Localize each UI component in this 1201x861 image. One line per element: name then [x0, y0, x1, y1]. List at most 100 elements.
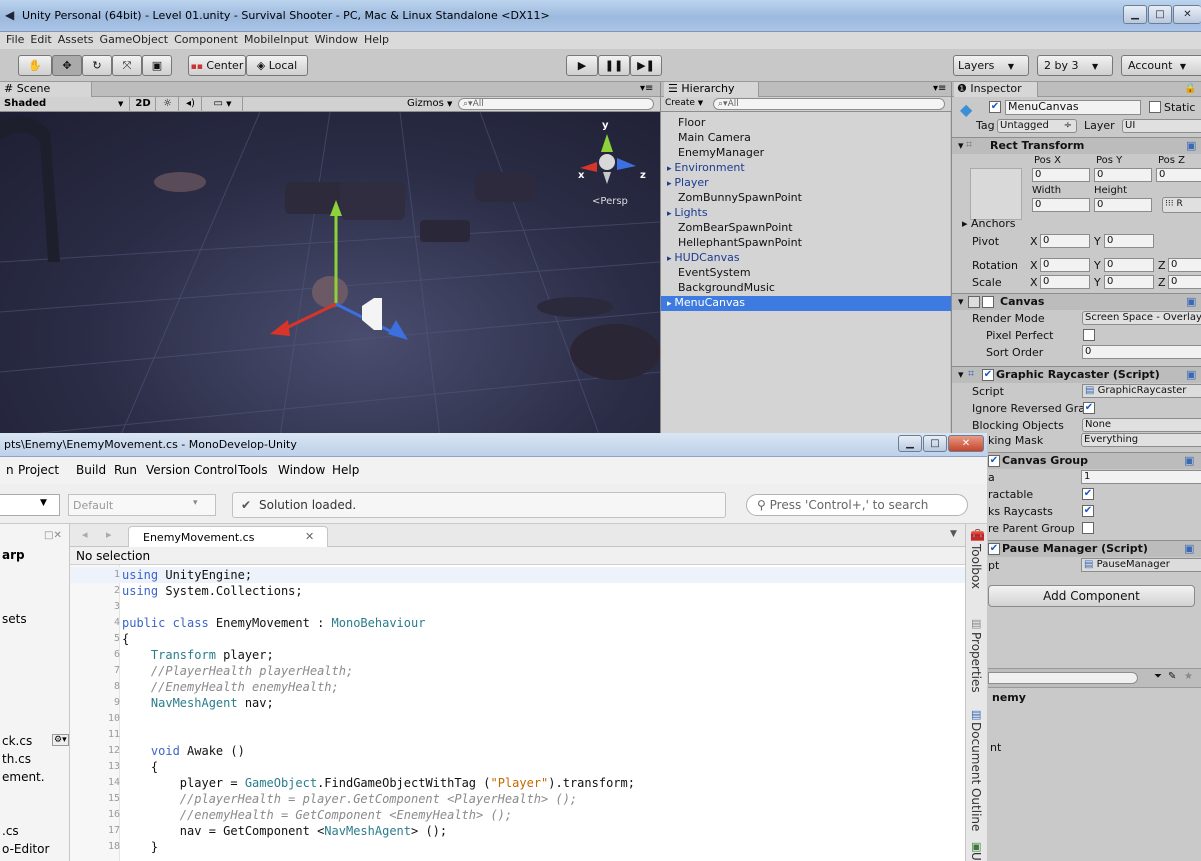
play-button[interactable]: ▶: [566, 55, 598, 76]
label-icon[interactable]: ✎: [1168, 671, 1176, 682]
solution-item[interactable]: ement.: [2, 770, 45, 784]
pause-manager-enabled-checkbox[interactable]: ✔: [988, 543, 1000, 555]
layer-dropdown[interactable]: UI: [1122, 119, 1201, 133]
account-dropdown[interactable]: Account ▼: [1121, 55, 1201, 76]
rotation-y-field[interactable]: 0: [1104, 258, 1154, 272]
ignore-parent-checkbox[interactable]: [1082, 522, 1094, 534]
blocking-objects-dropdown[interactable]: None: [1082, 418, 1201, 432]
solution-item[interactable]: sets: [2, 612, 27, 626]
scene-viewport[interactable]: y x z <Persp: [0, 112, 660, 437]
scene-search-input[interactable]: ⌕▾All: [458, 98, 654, 110]
solution-item[interactable]: o-Editor: [2, 842, 49, 856]
solution-item[interactable]: ck.cs: [2, 734, 32, 748]
step-button[interactable]: ▶❚: [630, 55, 662, 76]
code-line[interactable]: 13 {: [70, 759, 965, 775]
alpha-field[interactable]: 1: [1081, 470, 1201, 484]
code-line[interactable]: 3: [70, 599, 965, 615]
menu-window[interactable]: Window: [278, 463, 325, 477]
scene-tab[interactable]: # Scene: [0, 82, 92, 97]
lock-icon[interactable]: 🔒: [1184, 83, 1196, 94]
gear-icon[interactable]: ⚙▾: [52, 734, 69, 746]
tag-dropdown[interactable]: Untagged ÷: [997, 119, 1077, 133]
menu-build[interactable]: Build: [76, 463, 106, 477]
star-icon[interactable]: ★: [1184, 671, 1193, 682]
layers-dropdown[interactable]: Layers ▼: [953, 55, 1029, 76]
pause-button[interactable]: ❚❚: [598, 55, 630, 76]
anchor-presets-button[interactable]: [970, 168, 1022, 220]
dock-properties[interactable]: Properties: [969, 632, 983, 693]
menu-help[interactable]: Help: [332, 463, 359, 477]
hierarchy-item[interactable]: EventSystem: [661, 266, 951, 281]
tab-enemymovement[interactable]: EnemyMovement.cs ✕: [128, 526, 328, 547]
help-book-icon[interactable]: ▣: [1186, 139, 1196, 152]
scale-z-field[interactable]: 0: [1168, 275, 1201, 289]
panel-menu-icon[interactable]: ▾≡: [933, 83, 946, 94]
help-book-icon[interactable]: ▣: [1184, 454, 1194, 467]
lighting-toggle[interactable]: ☼: [157, 97, 179, 112]
hierarchy-tab[interactable]: ☰ Hierarchy: [664, 82, 759, 97]
pivot-center-button[interactable]: ▪▪ Center: [188, 55, 246, 76]
code-line[interactable]: 4 public class EnemyMovement : MonoBehavi…: [70, 615, 965, 631]
canvas-enabled-checkbox[interactable]: [982, 296, 994, 308]
pixel-perfect-checkbox[interactable]: [1083, 329, 1095, 341]
hierarchy-item[interactable]: ZomBunnySpawnPoint: [661, 191, 951, 206]
layout-dropdown[interactable]: 2 by 3 ▼: [1037, 55, 1113, 76]
code-line[interactable]: 6 Transform player;: [70, 647, 965, 663]
create-dropdown[interactable]: Create ▼: [665, 98, 703, 108]
graphic-raycaster-header[interactable]: ▾ ⌗ ✔ Graphic Raycaster (Script) ▣: [952, 366, 1201, 383]
code-line[interactable]: 10: [70, 711, 965, 727]
pivot-x-field[interactable]: 0: [1040, 234, 1090, 248]
rotate-tool-button[interactable]: ↻: [82, 55, 112, 76]
mono-maximize-button[interactable]: □: [923, 435, 947, 452]
hierarchy-item[interactable]: ▸ MenuCanvas: [661, 296, 951, 311]
code-line[interactable]: 18 }: [70, 839, 965, 855]
anchors-foldout[interactable]: ▸ Anchors: [962, 217, 1016, 230]
raycaster-enabled-checkbox[interactable]: ✔: [982, 369, 994, 381]
menu-window[interactable]: Window: [309, 32, 358, 46]
move-tool-button[interactable]: ✥: [52, 55, 82, 76]
pause-manager-header[interactable]: ✔ Pause Manager (Script) ▣: [988, 540, 1201, 557]
menu-run[interactable]: Run: [114, 463, 137, 477]
2d-toggle[interactable]: 2D: [131, 97, 156, 112]
config-dropdown[interactable]: Default ▾: [68, 494, 216, 516]
hierarchy-item[interactable]: ▸ Environment: [661, 161, 951, 176]
menu-edit[interactable]: Edit: [24, 32, 51, 46]
code-line[interactable]: 7 //PlayerHealth playerHealth;: [70, 663, 965, 679]
maximize-button[interactable]: □: [1148, 5, 1172, 24]
filter-icon[interactable]: ⏷: [1154, 671, 1162, 682]
effects-dropdown[interactable]: ▭ ▼: [203, 97, 243, 112]
help-book-icon[interactable]: ▣: [1186, 295, 1196, 308]
code-editor[interactable]: 1 using UnityEngine; 2 using System.Collect…: [70, 565, 965, 861]
orientation-gizmo[interactable]: [580, 134, 636, 184]
code-line[interactable]: 8 //EnemyHealth enemyHealth;: [70, 679, 965, 695]
blueprint-mode-button[interactable]: ⁝⁝⁝ R: [1162, 197, 1201, 213]
scale-x-field[interactable]: 0: [1040, 275, 1090, 289]
persp-label[interactable]: <Persp: [592, 196, 628, 207]
rect-tool-button[interactable]: ▣: [142, 55, 172, 76]
blocking-mask-dropdown[interactable]: Everything: [1081, 433, 1201, 447]
global-search-input[interactable]: ⚲ Press 'Control+,' to search: [746, 494, 968, 516]
code-line[interactable]: 11: [70, 727, 965, 743]
no-selection-label[interactable]: No selection: [76, 549, 150, 563]
hierarchy-item[interactable]: ▸ Player: [661, 176, 951, 191]
height-field[interactable]: 0: [1094, 198, 1152, 212]
shading-dropdown[interactable]: Shaded ▼: [0, 97, 130, 112]
code-line[interactable]: 9 NavMeshAgent nav;: [70, 695, 965, 711]
dock-unit-tests[interactable]: U: [969, 852, 983, 861]
solution-item[interactable]: .cs: [2, 824, 19, 838]
hierarchy-item[interactable]: ZomBearSpawnPoint: [661, 221, 951, 236]
code-line[interactable]: 5{: [70, 631, 965, 647]
static-checkbox[interactable]: [1149, 101, 1161, 113]
menu-edit-partial[interactable]: n: [6, 463, 14, 477]
object-name-field[interactable]: MenuCanvas: [1005, 100, 1141, 115]
menu-version-control[interactable]: Version Control: [146, 463, 237, 477]
canvas-header[interactable]: ▾ Canvas ▣: [952, 293, 1201, 310]
mono-close-button[interactable]: ✕: [948, 435, 984, 452]
project-search-input[interactable]: [988, 672, 1138, 684]
tab-back-icon[interactable]: ◂: [82, 528, 88, 541]
tab-close-icon[interactable]: ✕: [305, 530, 314, 543]
pivot-local-button[interactable]: ◈ Local: [246, 55, 308, 76]
pause-script-field[interactable]: ▤ PauseManager: [1081, 558, 1201, 572]
rotation-z-field[interactable]: 0: [1168, 258, 1201, 272]
ignore-reversed-checkbox[interactable]: ✔: [1083, 402, 1095, 414]
